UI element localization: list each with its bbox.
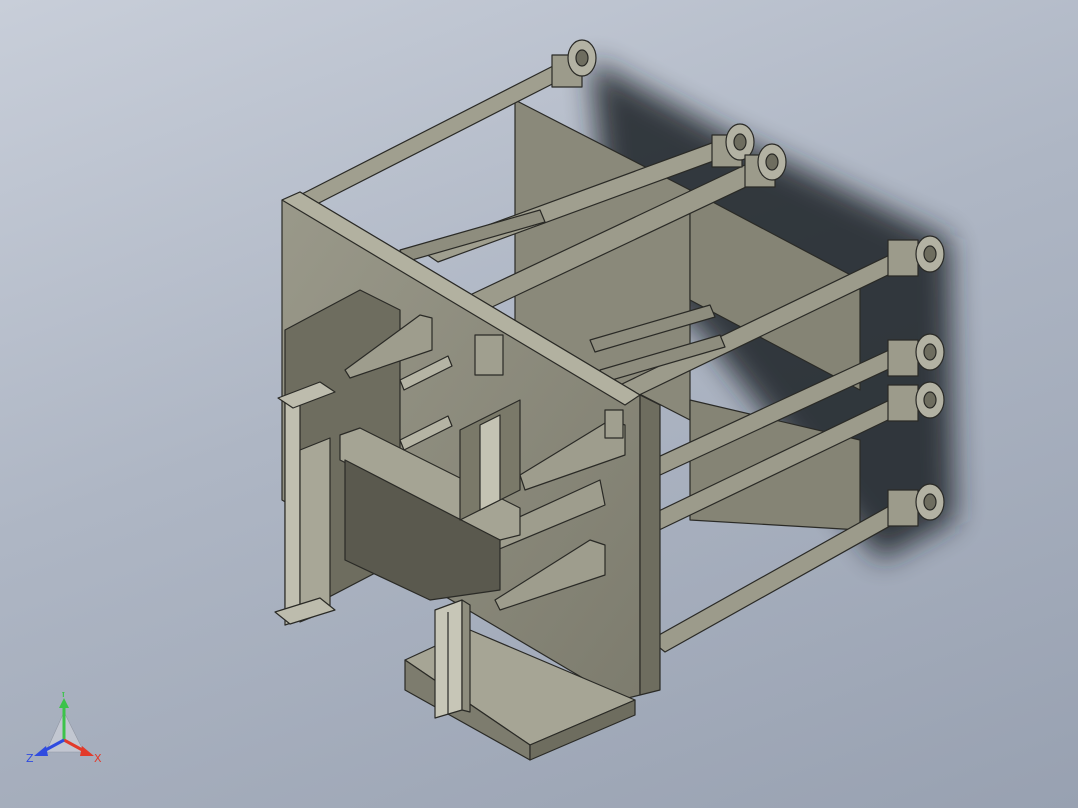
extrusion-side [461,599,471,713]
graphics-viewport[interactable]: Y X Z [0,0,1078,808]
z-axis-label: Z [26,752,34,765]
cad-model[interactable] [0,0,1078,808]
caster-1 [551,39,597,88]
actuator-carriage [299,437,331,623]
gripper-slide [479,414,501,511]
y-axis-label: Y [59,692,67,700]
axis-triad: Y X Z [26,692,102,765]
mount-block [474,334,504,376]
front-right-plate [639,394,661,696]
actuator-body [284,394,301,626]
mount-block-right [604,409,624,439]
caster-6 [887,381,945,422]
caster-4 [887,235,945,277]
x-axis-label: X [94,752,102,765]
